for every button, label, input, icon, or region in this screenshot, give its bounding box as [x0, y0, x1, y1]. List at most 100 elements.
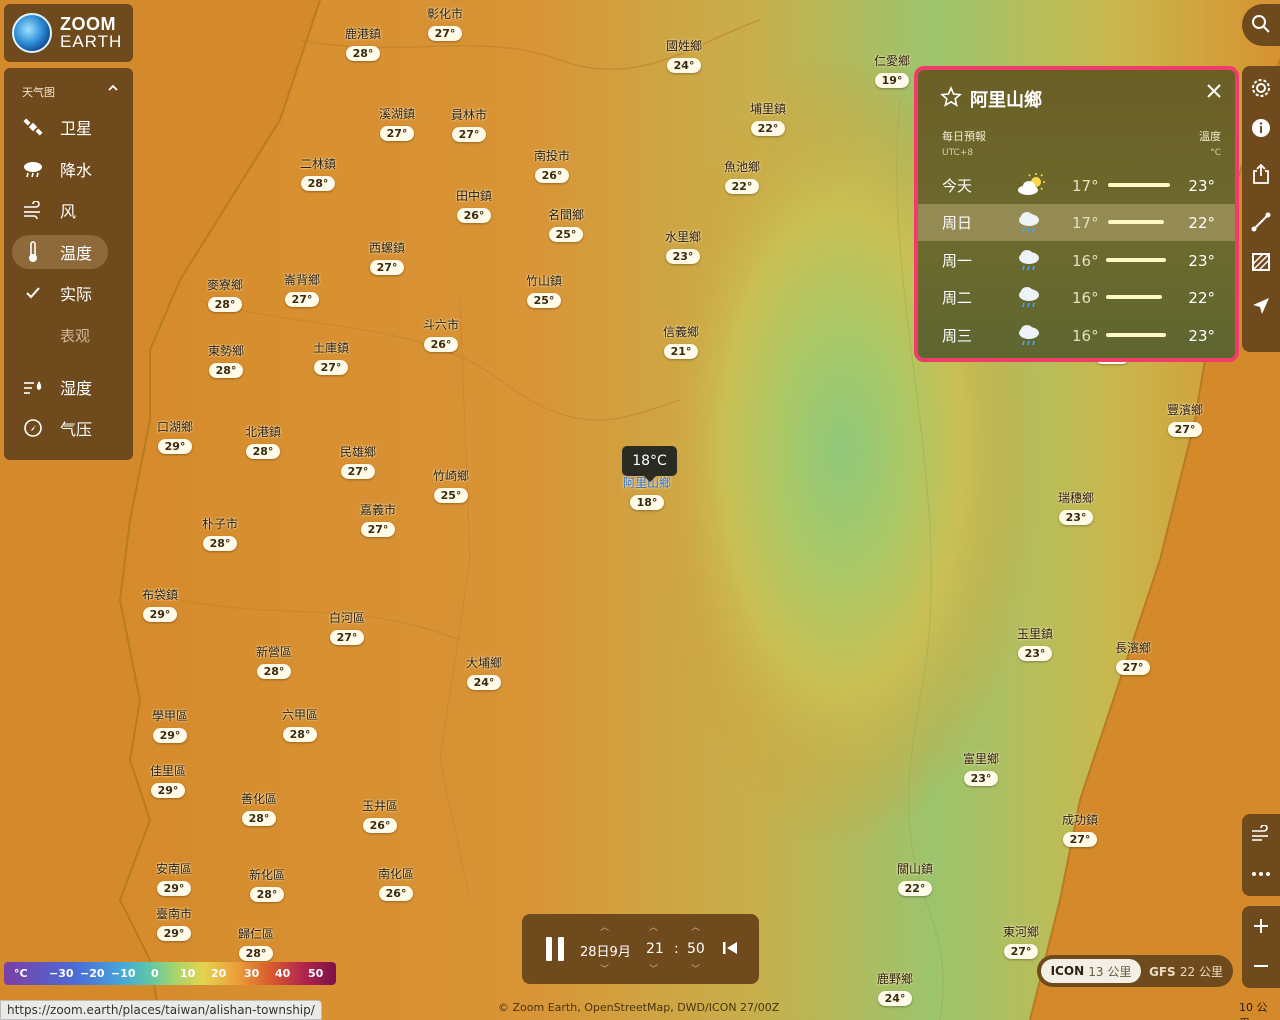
map-attribution[interactable]: © Zoom Earth, OpenStreetMap, DWD/ICON 27… — [498, 1001, 779, 1014]
model-icon-button[interactable]: ICON 13 公里 — [1041, 959, 1141, 983]
pause-icon[interactable] — [544, 935, 566, 963]
city-label[interactable]: 玉井區 26° — [362, 797, 398, 833]
layer-humidity[interactable]: 湿度 — [12, 370, 108, 404]
search-button[interactable] — [1242, 4, 1280, 44]
chevron-up-icon[interactable] — [107, 82, 119, 94]
my-location-button[interactable] — [1242, 286, 1280, 326]
forecast-day-row[interactable]: 周一 16° 23° — [918, 242, 1235, 279]
chevron-up-icon[interactable]: ︿ — [600, 920, 609, 933]
city-label[interactable]: 大埔鄉 24° — [466, 654, 502, 690]
city-label[interactable]: 斗六市 26° — [423, 316, 459, 352]
city-name: 白河區 — [328, 611, 366, 625]
scale-bar: 10 公里 — [1236, 999, 1280, 1020]
city-label[interactable]: 新營區 28° — [256, 643, 292, 679]
city-label[interactable]: 玉里鎮 23° — [1017, 625, 1053, 661]
city-label[interactable]: 關山鎮 22° — [897, 860, 933, 896]
minute-display[interactable]: 50 — [687, 941, 705, 957]
city-label[interactable]: 二林鎮 28° — [300, 155, 336, 191]
forecast-day-row[interactable]: 周三 16° 23° — [918, 317, 1235, 354]
city-label[interactable]: 竹山鎮 25° — [526, 272, 562, 308]
forecast-day-row[interactable]: 今天 17° 23° — [918, 167, 1235, 204]
measure-distance-button[interactable] — [1242, 202, 1280, 242]
forecast-day-row[interactable]: 周二 16° 22° — [918, 279, 1235, 316]
layer-precipitation[interactable]: 降水 — [12, 152, 108, 186]
layer-temperature[interactable]: 温度 — [12, 235, 108, 269]
city-label[interactable]: 南化區 26° — [378, 865, 414, 901]
zoom-in-button[interactable] — [1242, 906, 1280, 946]
layer-pressure[interactable]: 气压 — [12, 411, 108, 445]
city-label[interactable]: 成功鎮 27° — [1062, 811, 1098, 847]
city-label[interactable]: 富里鄉 23° — [963, 750, 999, 786]
city-label[interactable]: 鹿野鄉 24° — [877, 970, 913, 1006]
city-label[interactable]: 麥寮鄉 28° — [207, 276, 243, 312]
city-label[interactable]: 長濱鄉 27° — [1115, 639, 1151, 675]
city-label[interactable]: 新化區 28° — [249, 866, 285, 902]
temperature-feels-like-option[interactable]: 表观 — [12, 318, 108, 352]
hour-display[interactable]: 21 — [646, 941, 664, 957]
temperature-legend[interactable]: °C −30 −20 −10 0 10 20 30 40 50 — [4, 962, 336, 985]
city-label[interactable]: 佳里區 29° — [150, 762, 186, 798]
city-label[interactable]: 東河鄉 27° — [1003, 923, 1039, 959]
city-label[interactable]: 白河區 27° — [329, 609, 365, 645]
city-label[interactable]: 鹿港鎮 28° — [345, 25, 381, 61]
chevron-up-icon[interactable]: ︿ — [649, 920, 658, 933]
close-icon[interactable] — [1207, 84, 1221, 98]
measure-area-button[interactable] — [1242, 242, 1280, 282]
city-label[interactable]: 安南區 29° — [156, 860, 192, 896]
city-label[interactable]: 六甲區 28° — [282, 706, 318, 742]
city-label[interactable]: 崙背鄉 27° — [284, 271, 320, 307]
city-label[interactable]: 朴子市 28° — [202, 515, 238, 551]
layer-satellite[interactable]: 卫星 — [12, 110, 108, 144]
zoom-out-button[interactable] — [1242, 946, 1280, 986]
city-temp-badge: 27° — [451, 127, 487, 142]
chevron-down-icon[interactable]: ﹀ — [600, 962, 609, 975]
skip-to-now-icon[interactable] — [722, 940, 738, 956]
city-label[interactable]: 民雄鄉 27° — [340, 443, 376, 479]
city-temp-badge: 28° — [238, 946, 274, 961]
more-options-button[interactable] — [1242, 854, 1280, 894]
city-label[interactable]: 信義鄉 21° — [663, 323, 699, 359]
star-icon[interactable] — [940, 86, 962, 108]
wind-animation-button[interactable] — [1242, 814, 1280, 854]
city-label[interactable]: 員林市 27° — [451, 106, 487, 142]
layer-wind[interactable]: 风 — [12, 193, 108, 227]
city-label[interactable]: 臺南市 29° — [156, 905, 192, 941]
city-label[interactable]: 西螺鎮 27° — [369, 239, 405, 275]
zoom-earth-logo[interactable]: ZOOM EARTH — [4, 4, 133, 62]
city-label[interactable]: 布袋鎮 29° — [142, 586, 178, 622]
city-label[interactable]: 瑞穗鄉 23° — [1058, 489, 1094, 525]
settings-button[interactable] — [1242, 68, 1280, 108]
city-label[interactable]: 北港鎮 28° — [245, 423, 281, 459]
chevron-down-icon[interactable]: ﹀ — [649, 962, 658, 975]
city-temp-badge: 23° — [665, 249, 701, 264]
city-label[interactable]: 水里鄉 23° — [665, 228, 701, 264]
forecast-day-row[interactable]: 周日 17° 22° — [918, 204, 1235, 241]
chevron-up-icon[interactable]: ︿ — [691, 920, 700, 933]
city-label[interactable]: 口湖鄉 29° — [157, 418, 193, 454]
city-label[interactable]: 歸仁區 28° — [238, 925, 274, 961]
model-gfs-button[interactable]: GFS 22 公里 — [1149, 963, 1223, 980]
city-label[interactable]: 善化區 28° — [241, 790, 277, 826]
city-label[interactable]: 嘉義市 27° — [360, 501, 396, 537]
city-label[interactable]: 名間鄉 25° — [548, 206, 584, 242]
city-label[interactable]: 國姓鄉 24° — [666, 37, 702, 73]
city-label[interactable]: 田中鎮 26° — [456, 187, 492, 223]
city-label[interactable]: 學甲區 29° — [152, 707, 188, 743]
chevron-down-icon[interactable]: ﹀ — [691, 962, 700, 975]
city-label[interactable]: 溪湖鎮 27° — [379, 105, 415, 141]
city-label[interactable]: 竹崎鄉 25° — [433, 467, 469, 503]
city-temp-badge: 26° — [423, 337, 459, 352]
city-label[interactable]: 土庫鎮 27° — [313, 339, 349, 375]
share-button[interactable] — [1242, 154, 1280, 194]
date-display[interactable]: 28日9月 — [580, 941, 631, 960]
city-label[interactable]: 魚池鄉 22° — [724, 158, 760, 194]
city-label[interactable]: 豐濱鄉 27° — [1167, 401, 1203, 437]
info-button[interactable] — [1242, 108, 1280, 148]
city-label[interactable]: 東勢鄉 28° — [208, 342, 244, 378]
city-label[interactable]: 南投市 26° — [534, 147, 570, 183]
temperature-actual-option[interactable]: 实际 — [12, 276, 108, 310]
city-label[interactable]: 彰化市 27° — [427, 5, 463, 41]
city-name: 歸仁區 — [237, 927, 275, 941]
city-label[interactable]: 仁愛鄉 19° — [874, 52, 910, 88]
city-label[interactable]: 埔里鎮 22° — [750, 100, 786, 136]
